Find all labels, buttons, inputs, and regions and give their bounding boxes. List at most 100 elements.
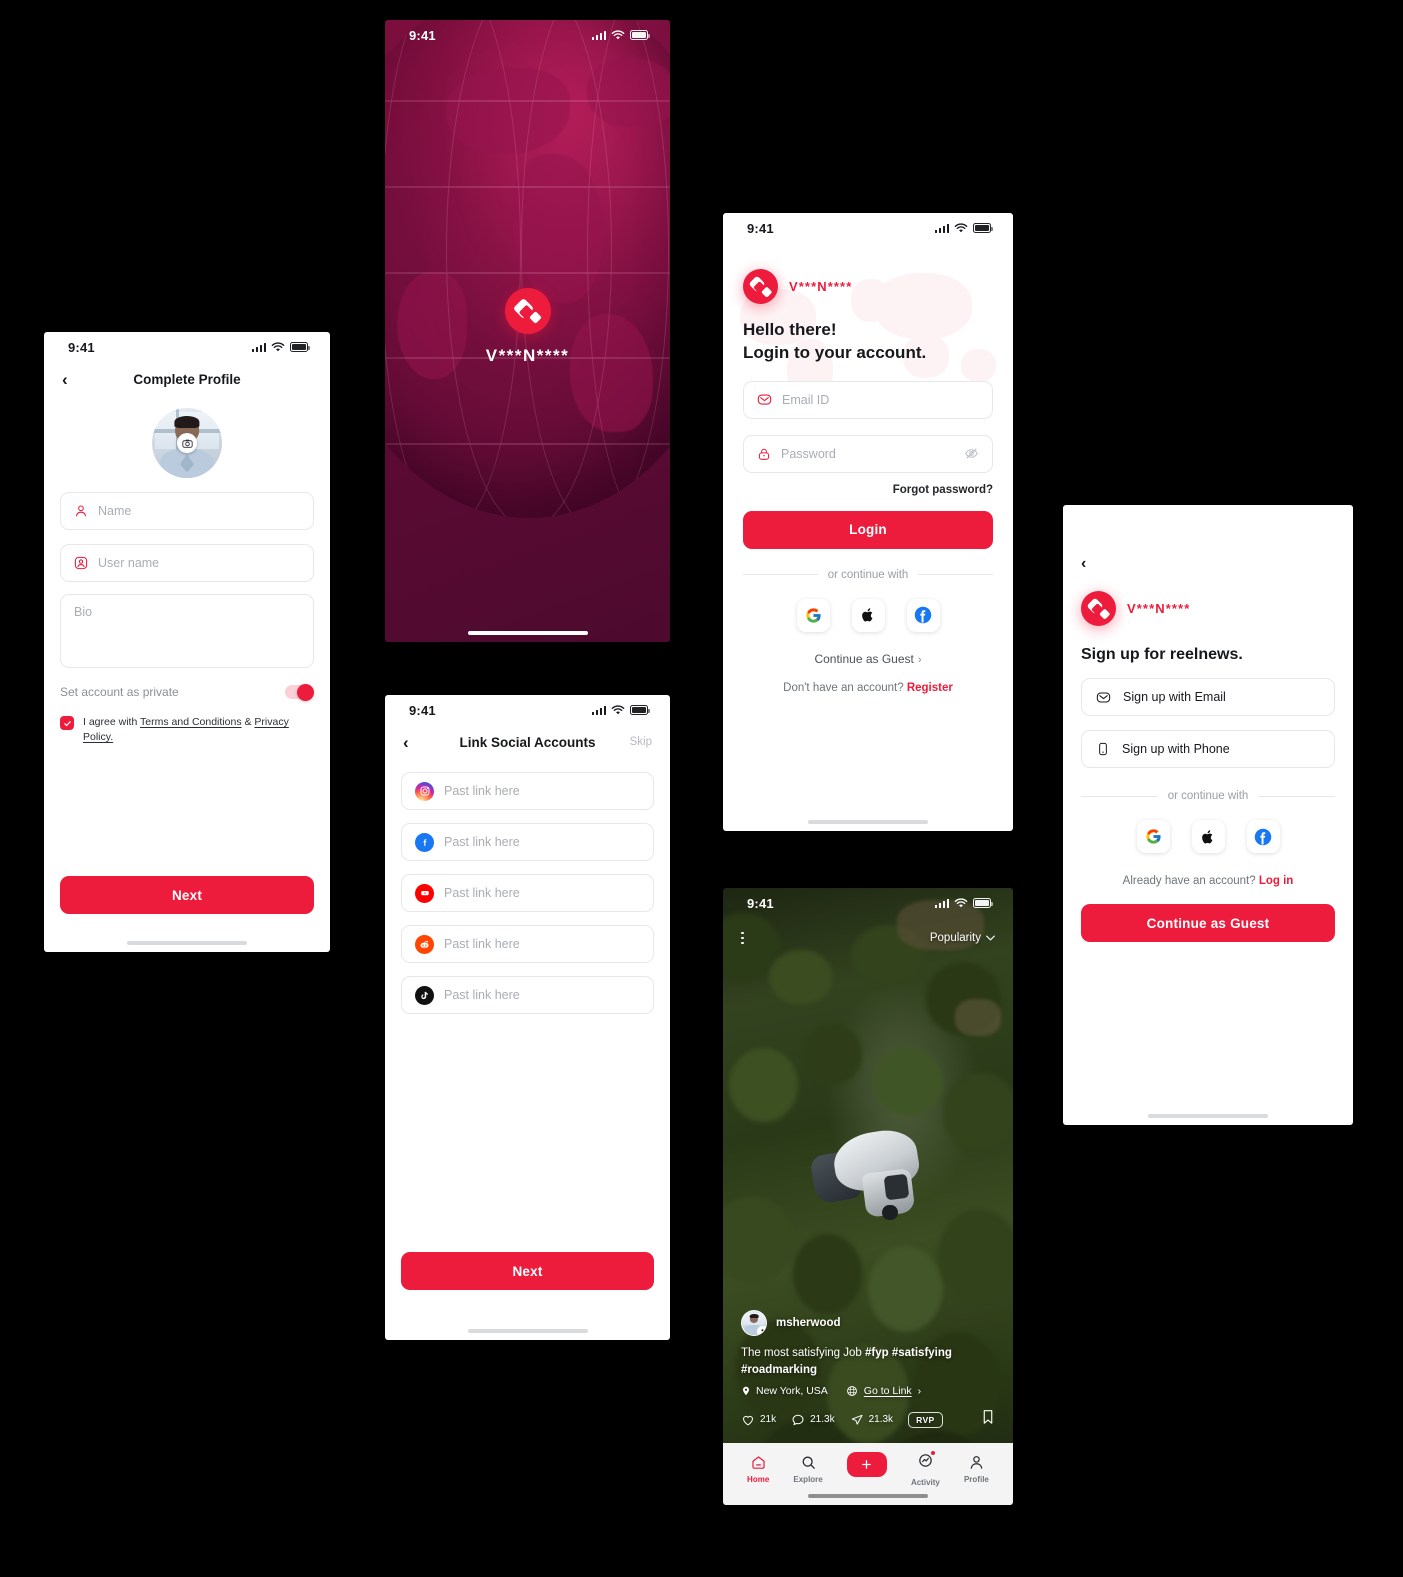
login-link[interactable]: Log in: [1259, 875, 1294, 887]
username-field[interactable]: User name: [60, 544, 314, 582]
skip-button[interactable]: Skip: [630, 736, 652, 748]
apple-signup-button[interactable]: [1191, 820, 1225, 853]
reddit-link-field[interactable]: Past link here: [401, 925, 654, 963]
app-logo-icon: [504, 288, 551, 334]
phone-icon: [1099, 742, 1107, 756]
tiktok-icon: [415, 985, 434, 1005]
social-navbar: ‹ Link Social Accounts Skip: [385, 725, 670, 759]
home-indicator: [467, 1329, 588, 1333]
sort-selector[interactable]: Popularity: [930, 932, 995, 944]
apple-icon: [1202, 829, 1213, 843]
status-indicators: [591, 704, 650, 716]
rvp-badge[interactable]: RVP: [908, 1411, 943, 1428]
facebook-signup-button[interactable]: [1246, 820, 1280, 853]
post-location[interactable]: New York, USA: [741, 1385, 828, 1397]
status-time: 9:41: [747, 220, 774, 236]
comment-action[interactable]: 21.3k: [791, 1413, 835, 1427]
status-time: 9:41: [409, 27, 436, 43]
private-toggle[interactable]: [285, 683, 314, 701]
tab-profile[interactable]: Profile: [964, 1454, 989, 1484]
tiktok-link-field[interactable]: Past link here: [401, 976, 654, 1014]
tab-activity[interactable]: Activity: [911, 1450, 940, 1487]
name-field[interactable]: Name: [60, 492, 314, 530]
battery-icon: [290, 342, 310, 352]
plus-icon: [862, 1459, 872, 1469]
login-button[interactable]: Login: [743, 510, 993, 549]
signup-screen: ‹ V***N**** Sign up for reelnews. Sign u…: [1063, 505, 1353, 1125]
instagram-link-field[interactable]: Past link here: [401, 772, 654, 810]
back-chevron-icon[interactable]: ‹: [62, 371, 68, 388]
status-bar: 9:41: [385, 695, 670, 725]
back-chevron-icon[interactable]: ‹: [403, 734, 409, 751]
signup-social-row: [1081, 820, 1335, 853]
signup-with-email-button[interactable]: Sign up with Email: [1081, 678, 1335, 716]
like-action[interactable]: 21k: [741, 1413, 776, 1427]
create-post-button[interactable]: [846, 1451, 887, 1477]
continue-as-guest-button[interactable]: Continue as Guest: [1081, 904, 1335, 942]
forgot-password-link[interactable]: Forgot password?: [743, 484, 993, 496]
brand-row: V***N****: [743, 269, 993, 304]
password-field[interactable]: Password: [743, 434, 993, 473]
lock-icon: [758, 448, 770, 460]
cellular-icon: [251, 342, 266, 352]
apple-login-button[interactable]: [851, 598, 885, 632]
signup-with-phone-button[interactable]: Sign up with Phone: [1081, 730, 1335, 768]
register-link[interactable]: Register: [907, 682, 953, 694]
battery-icon: [973, 898, 993, 908]
profile-next-button[interactable]: Next: [60, 876, 314, 914]
continue-as-guest-link[interactable]: Continue as Guest ›: [743, 652, 993, 666]
eye-off-icon[interactable]: [964, 446, 979, 461]
google-signup-button[interactable]: [1136, 820, 1170, 853]
google-login-button[interactable]: [796, 598, 830, 632]
search-icon: [802, 1456, 815, 1469]
splash-screen: 9:41 V***N****: [385, 20, 670, 642]
password-placeholder: Password: [781, 446, 836, 461]
profile-navbar: ‹ Complete Profile: [44, 362, 330, 396]
camera-icon[interactable]: [177, 433, 197, 453]
status-time: 9:41: [747, 895, 774, 911]
login-body: V***N**** Hello there! Login to your acc…: [723, 269, 1013, 694]
wifi-icon: [271, 341, 285, 351]
terms-link[interactable]: Terms and Conditions: [140, 716, 242, 728]
go-to-link-button[interactable]: Go to Link ›: [846, 1385, 921, 1397]
page-title: Complete Profile: [133, 371, 241, 387]
signup-email-label: Sign up with Email: [1123, 690, 1226, 704]
email-field[interactable]: Email ID: [743, 380, 993, 419]
social-next-button[interactable]: Next: [401, 1252, 654, 1290]
tab-home[interactable]: Home: [747, 1454, 769, 1484]
post-meta-row: New York, USA Go to Link ›: [741, 1385, 995, 1397]
activity-badge-dot: [930, 1450, 935, 1455]
share-action[interactable]: 21.3k: [850, 1413, 893, 1427]
facebook-login-button[interactable]: [906, 598, 940, 632]
cellular-icon: [591, 705, 606, 715]
post-author-row[interactable]: msherwood: [741, 1310, 995, 1337]
back-chevron-icon[interactable]: ‹: [1081, 555, 1335, 573]
author-username: msherwood: [776, 1317, 841, 1330]
facebook-link-field[interactable]: Past link here: [401, 823, 654, 861]
private-label: Set account as private: [60, 685, 179, 699]
youtube-link-field[interactable]: Past link here: [401, 874, 654, 912]
avatar-uploader[interactable]: [152, 408, 222, 478]
more-options-icon[interactable]: [741, 931, 744, 945]
link-social-accounts-screen: 9:41 ‹ Link Social Accounts Skip Past li…: [385, 695, 670, 1340]
agree-checkbox[interactable]: [60, 716, 74, 730]
status-indicators: [934, 897, 993, 909]
login-heading: Hello there! Login to your account.: [743, 319, 993, 365]
login-social-row: [743, 598, 993, 632]
mail-icon: [757, 394, 772, 405]
apple-icon: [862, 608, 873, 622]
battery-icon: [630, 30, 650, 40]
globe-icon: [846, 1386, 857, 1396]
home-indicator: [127, 941, 247, 945]
youtube-icon: [415, 883, 434, 903]
feed-toolbar: Popularity: [723, 918, 1013, 958]
facebook-icon: [1254, 828, 1272, 845]
app-logo-icon: [743, 269, 778, 304]
complete-profile-screen: 9:41 ‹ Complete Profile Name User name B…: [44, 332, 330, 952]
bio-field[interactable]: Bio: [60, 594, 314, 668]
bookmark-action[interactable]: [981, 1409, 995, 1430]
home-indicator: [1148, 1114, 1268, 1118]
private-account-row: Set account as private: [60, 683, 314, 701]
tab-explore[interactable]: Explore: [793, 1454, 823, 1484]
user-card-icon: [74, 556, 88, 570]
